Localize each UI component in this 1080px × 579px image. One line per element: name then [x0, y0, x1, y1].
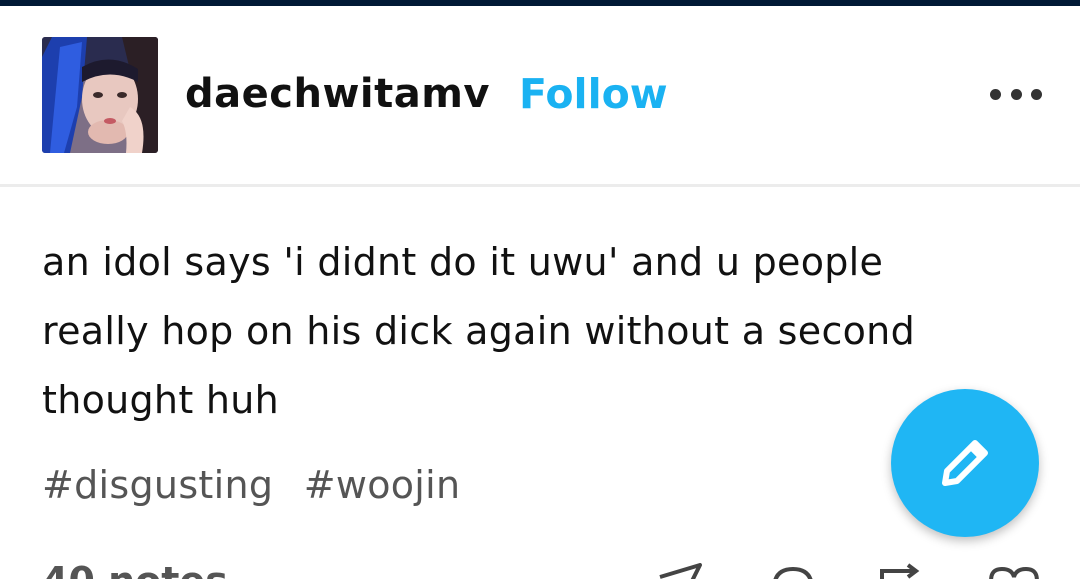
pencil-icon — [942, 440, 988, 486]
reblog-icon[interactable] — [876, 563, 926, 579]
paper-plane-icon[interactable] — [656, 563, 706, 579]
compose-button[interactable] — [891, 389, 1039, 537]
avatar[interactable] — [42, 37, 158, 153]
heart-icon[interactable] — [986, 563, 1042, 579]
post-text-line: thought huh — [42, 378, 280, 422]
more-dots-icon[interactable] — [990, 82, 1042, 106]
post-body: an idol says 'i didnt do it uwu' and u p… — [42, 228, 1002, 435]
blog-name[interactable]: daechwitamv — [185, 68, 490, 120]
post-footer: 40 notes — [0, 555, 1080, 579]
more-dot — [1031, 88, 1042, 100]
post-text-line: an idol says 'i didnt do it uwu' and u p… — [42, 240, 884, 284]
more-dot — [990, 88, 1001, 100]
follow-button[interactable]: Follow — [519, 68, 668, 120]
more-dot — [1010, 88, 1022, 100]
tag-disgusting[interactable]: #disgusting — [42, 463, 273, 507]
speech-bubble-icon[interactable] — [768, 563, 818, 579]
header-divider — [0, 184, 1080, 187]
post-header: daechwitamv Follow — [0, 6, 1080, 184]
tag-woojin[interactable]: #woojin — [304, 463, 461, 507]
tag-list: #disgusting #woojin — [42, 455, 478, 515]
post-text-line: really hop on his dick again without a s… — [42, 309, 915, 353]
notes-count[interactable]: 40 notes — [42, 559, 228, 579]
